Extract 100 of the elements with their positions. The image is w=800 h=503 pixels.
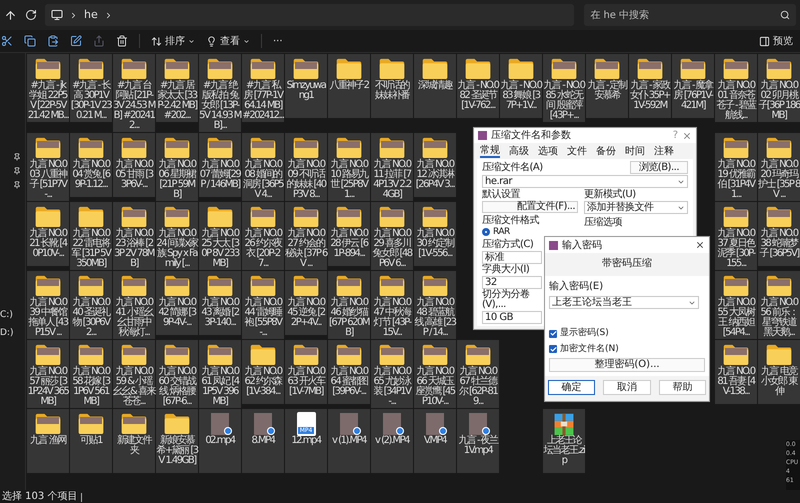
dialog-button[interactable]: 取消 (603, 380, 651, 395)
file-tile[interactable]: 深城情趣 (414, 54, 456, 118)
file-tile[interactable]: #九言 台阿贴 [21P-3V 24.53 MB] #202412... (113, 54, 155, 132)
file-tile[interactable]: 九言 NO.064 蜜都图 [39P6V-... (328, 340, 370, 404)
file-tile[interactable]: 九言 NO.043 离婚 [23P-140... (199, 271, 241, 335)
file-tile[interactable]: 不听话的妹妹补番 (371, 54, 413, 118)
file-tile[interactable]: 九言 NO.006 星期裙[21P 59MB] (156, 133, 198, 201)
file-tile[interactable]: 九言 NO.009 不听话的妹妹 [40P3V 8... (285, 133, 327, 201)
file-tile[interactable]: 九言 NO.067 牡兰德尔 [62P-819... (457, 340, 499, 408)
file-tile[interactable]: 新娘安慕希+黛丽 [3V 1.49GB] (156, 409, 198, 473)
more-button[interactable]: ··· (273, 34, 283, 48)
file-tile[interactable]: 八重神子2 (328, 54, 370, 118)
file-tile[interactable]: #九言 - 长高 30P1V [30P-1V 230.21 M... (70, 54, 112, 122)
file-tile[interactable]: 九言 NO.040 圣诞礼物 [30P6V 2... (70, 271, 112, 339)
file-tile[interactable]: 九言 NO.044 雷姆睡袍 [55P8V-... (242, 271, 284, 339)
search-field[interactable]: 在 he 中搜索 (584, 4, 796, 26)
file-tile[interactable]: 九言 NO.062 约尔森 [1V-384... (242, 340, 284, 404)
file-tile[interactable]: 新建文件夹 (113, 409, 155, 473)
drive-item[interactable]: C:) (0, 309, 13, 322)
file-tile[interactable]: 九言 NO.005 甘雨 [33P6V-... (113, 133, 155, 197)
file-tile[interactable]: 九言 NO.020 玛奇玛护士 [35P 8V ... (758, 133, 800, 201)
organize-button[interactable]: 整理密码(O)... (549, 358, 705, 372)
preview-button[interactable]: 预览 (759, 34, 793, 48)
file-tile[interactable]: 九言 NO.059 & 小瑶幺幺& 喜来苍苍... (113, 340, 155, 408)
file-tile[interactable]: 九言 - 家政女仆 35P+1V-592M (629, 54, 671, 118)
breadcrumb[interactable]: he (84, 6, 98, 24)
file-tile[interactable]: 九言 NO.027 约会的秘诀 [37P 6V ... (285, 202, 327, 270)
dialog-button[interactable]: 确定 (548, 380, 596, 395)
file-tile[interactable]: #九言 私房 [77P-1V 64.14 MB] #202412... (242, 54, 284, 122)
dialog-button[interactable]: 帮助 (658, 380, 706, 395)
file-tile[interactable]: 九言 NO.011 拉菲 [74P13V 2.24GB] (371, 133, 413, 201)
file-tile[interactable]: 九言 NO.001 音奈苍苍子 - 碧蓝航线... (715, 54, 757, 122)
file-tile[interactable]: 九言 NO.047 中秋海灯节 [43P-15V... (371, 271, 413, 339)
copy-icon[interactable] (24, 35, 36, 47)
file-tile[interactable]: 九言 NO.048 碧蓝航线 高雄 [23P / 14... (414, 271, 456, 339)
file-tile[interactable]: 九言 NO.019 优雅霸伯 [31P4V 1... (715, 133, 757, 201)
sort-button[interactable]: 排序 (151, 34, 195, 48)
file-tile[interactable]: 九言 NO.012 冰淇淋 [26P4V 3... (414, 133, 456, 197)
file-tile[interactable]: v (2).MP4 (371, 409, 413, 473)
dialog-tab[interactable]: 时间 (625, 145, 645, 158)
checkbox[interactable] (549, 330, 557, 338)
file-tile[interactable]: 九言 NO.046 婚纱猫 [67P 620MB] (328, 271, 370, 339)
file-tile[interactable]: 九言 电竞小女郎 東伸 (758, 340, 800, 404)
file-tile[interactable]: 上老王论坛当老王.zip (543, 409, 585, 473)
refresh-icon[interactable] (24, 9, 37, 21)
file-tile[interactable]: v (1).MP4 (328, 409, 370, 473)
file-tile[interactable]: 九言 NO.060 交错战线 炳格腰 [67P-6... (156, 340, 198, 408)
file-tile[interactable]: 九言 NO.024 间谍x家族 Spy x Family [... (156, 202, 198, 270)
share-icon[interactable] (93, 35, 105, 47)
file-tile[interactable]: 九言 NO.008 婚间的洞房 [36P5V 4... (242, 133, 284, 201)
file-tile[interactable]: 九言 NO.063 开火车 [1V-7MB] (285, 340, 327, 404)
file-tile[interactable]: 九言 - 魔拿房 [76P1V-421M] (672, 54, 714, 118)
file-tile[interactable]: 九言 - NO.082 圣诞节 [1V-762... (457, 54, 499, 118)
radio-button[interactable] (482, 228, 490, 236)
file-tile[interactable]: 九言 渔网 (27, 409, 69, 473)
cut-icon[interactable] (1, 35, 13, 47)
file-tile[interactable]: 九言 NO.039 中餐馆拖单人 [43P15V ... (27, 271, 69, 339)
dialog-tab[interactable]: 文件 (567, 145, 587, 158)
dictionary-field[interactable]: 32 (482, 276, 542, 289)
file-tile[interactable]: 九言 - 夜兰1V.mp4 (457, 409, 499, 473)
file-tile[interactable]: 可贴1 (70, 409, 112, 473)
file-tile[interactable]: 九言 NO.055 大凤树王 纳西妲 [54P4... (715, 271, 757, 339)
archive-name-field[interactable]: he.rar (482, 175, 688, 188)
dialog-tab[interactable]: 注释 (654, 145, 674, 158)
view-button[interactable]: 查看 (206, 34, 250, 48)
file-tile[interactable]: 九言 - NO.083 舞娘 [37P+1V... (500, 54, 542, 118)
file-tile[interactable]: 九言 NO.058 花嫁 [31P6V 561MB] (70, 340, 112, 408)
file-tile[interactable]: 九言 NO.042 简娜 [39P-4V-... (156, 271, 198, 335)
file-tile[interactable]: 九言 NO.061 凤妃 [41P5V 396MB] (199, 340, 241, 408)
file-tile[interactable]: 九言 NO.066 天城玉座赏鹰 [45P10V-... (414, 340, 456, 408)
file-tile[interactable]: 九言 - 定制安慕希 (586, 54, 628, 118)
method-field[interactable]: 标准 (482, 251, 542, 264)
file-tile[interactable]: 九言 NO.045 逆兔 [22P+4V... (285, 271, 327, 335)
dialog-tab[interactable]: 备份 (596, 145, 616, 158)
file-tile[interactable]: 九言 NO.003 八重神子 [51P7V-... (27, 133, 69, 201)
file-tile[interactable]: 九言 NO.057 丽莎 [31P24V 365MB] (27, 340, 69, 408)
file-tile[interactable]: #九言 - jk学姐 22P5V [22P-5V 21.42 MB... (27, 54, 69, 122)
file-tile[interactable]: 九言 NO.010 路易九世 [25P8V 1... (328, 133, 370, 201)
file-tile[interactable]: 8.MP4 (242, 409, 284, 473)
file-tile[interactable]: 九言 NO.023 浴棒 [23P 2V 78MB] (113, 202, 155, 270)
file-tile[interactable]: 九言 NO.028 伊云 [61P-894... (328, 202, 370, 266)
file-tile[interactable]: 九言 NO.004 赏兔 [69P-1.12... (70, 133, 112, 197)
file-tile[interactable]: 02.mp4 (199, 409, 241, 473)
dialog-tab[interactable]: 选项 (538, 145, 558, 158)
file-tile[interactable]: 九言 NO.081 吾妻 [4V-138... (715, 340, 757, 404)
close-icon[interactable] (695, 240, 705, 250)
file-tile[interactable]: 九言 NO.026 约尔夜衣 [20P-27... (242, 202, 284, 270)
file-tile[interactable]: 九言 NO.041 小瑶幺幺甘雨中秋海灯... (113, 271, 155, 339)
file-tile[interactable]: 九言 NO.002 卯月桃子[36P 186MB] (758, 54, 800, 122)
drive-item[interactable]: D:) (0, 326, 14, 340)
file-tile[interactable]: V.MP4 (414, 409, 456, 473)
file-tile[interactable]: Simzyuwang1 (285, 54, 327, 118)
rename-icon[interactable] (70, 35, 82, 47)
file-tile[interactable]: 九言 NO.022 雷电将军 [31P 5V 350MB] (70, 202, 112, 270)
delete-icon[interactable] (116, 35, 128, 47)
update-mode-field[interactable]: 添加并替换文件 (584, 201, 688, 214)
file-tile[interactable]: 九言 NO.065 尤妙泳装 [34P1V-... (371, 340, 413, 408)
file-tile[interactable]: 九言 - NO.085 水蛇无间 殷蜜萍 [43P+... (543, 54, 585, 122)
split-field[interactable]: 10 GB (482, 311, 542, 324)
file-tile[interactable]: 九言 NO.056 前乐：星穹铁道黑天鹅... (758, 271, 800, 339)
